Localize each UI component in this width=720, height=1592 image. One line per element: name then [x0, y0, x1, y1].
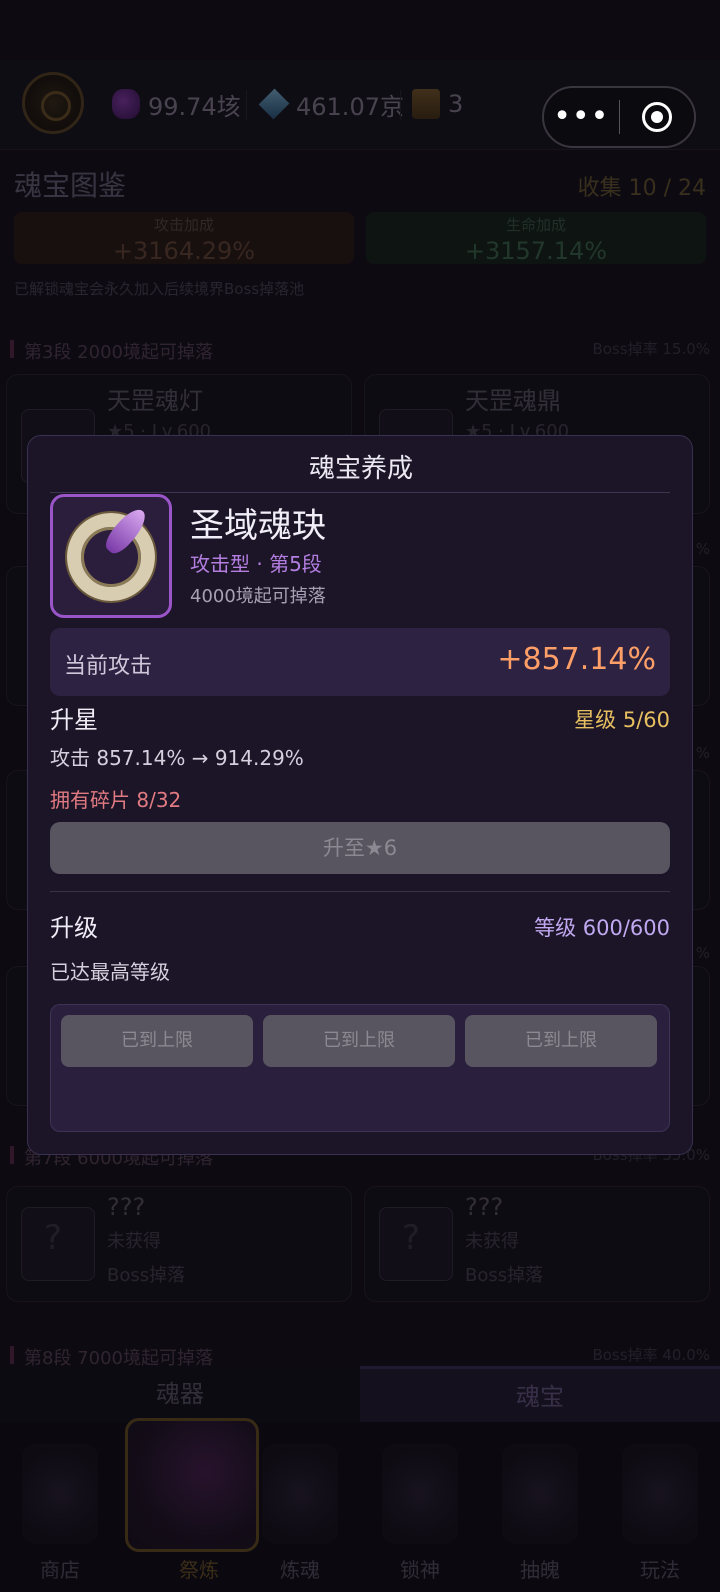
current-attack-label: 当前攻击 — [64, 654, 153, 679]
star-level: 星级 5/60 — [574, 708, 670, 732]
upgrade-level: 等级 600/600 — [534, 916, 670, 940]
miniprogram-capsule: ••• — [542, 86, 696, 148]
target-close-icon[interactable] — [620, 102, 695, 132]
current-attack-panel: 当前攻击 +857.14% — [50, 628, 670, 696]
max-level-status: 已达最高等级 — [50, 960, 170, 984]
upgrade-button[interactable]: 已到上限 — [263, 1015, 455, 1067]
dialog-title: 魂宝养成 — [308, 454, 413, 484]
upgrade-button[interactable]: 已到上限 — [61, 1015, 253, 1067]
current-attack-value: +857.14% — [497, 642, 656, 677]
star-up-button[interactable]: 升至★6 — [50, 822, 670, 874]
jade-ring-icon — [50, 494, 172, 618]
upgrade-button[interactable]: 已到上限 — [465, 1015, 657, 1067]
star-up-title: 升星 — [50, 706, 98, 734]
more-dots-icon[interactable]: ••• — [544, 102, 619, 132]
upgrade-title: 升级 — [50, 914, 98, 942]
item-name: 圣域魂玦 — [190, 506, 326, 546]
fragment-count: 拥有碎片 8/32 — [50, 788, 182, 812]
treasure-cultivation-dialog: 魂宝养成 圣域魂玦 攻击型 · 第5段 4000境起可掉落 当前攻击 +857.… — [27, 435, 693, 1155]
star-attack-preview: 攻击 857.14% → 914.29% — [50, 746, 304, 770]
item-type: 攻击型 · 第5段 — [190, 552, 322, 576]
upgrade-button-group: 已到上限 已到上限 已到上限 — [50, 1004, 670, 1132]
item-drop-info: 4000境起可掉落 — [190, 586, 326, 607]
